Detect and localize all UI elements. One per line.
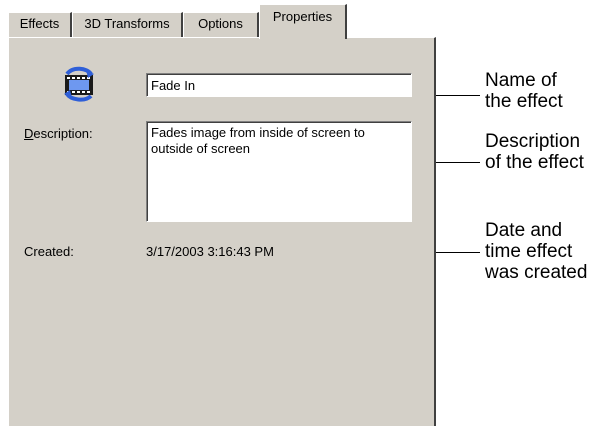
tab-options[interactable]: Options [183,12,259,37]
annotation-line: time effect [485,241,573,262]
annotation-line: of the effect [485,152,584,173]
annotation-line: Description [485,131,581,152]
annotation-line: Name of [485,70,557,91]
description-label: Description: [24,126,93,141]
properties-panel: Description: Fades image from inside of … [8,37,436,426]
description-annotation: Description of the effect [485,131,584,173]
tab-strip: Effects 3D Transforms Options Properties [8,0,468,39]
annotation-line: the effect [485,91,563,112]
created-annotation: Date and time effect was created [485,220,587,283]
effect-film-icon [64,66,94,102]
tab-properties[interactable]: Properties [259,4,347,39]
name-annotation: Name of the effect [485,70,563,112]
effect-description-input[interactable]: Fades image from inside of screen to out… [146,121,412,222]
tab-effects[interactable]: Effects [8,12,72,37]
tab-3d-transforms[interactable]: 3D Transforms [72,12,183,37]
effect-name-input[interactable] [146,73,412,97]
created-value: 3/17/2003 3:16:43 PM [146,244,274,259]
created-label: Created: [24,244,74,259]
annotation-line: was created [485,262,588,283]
annotation-line: Date and [485,220,563,241]
